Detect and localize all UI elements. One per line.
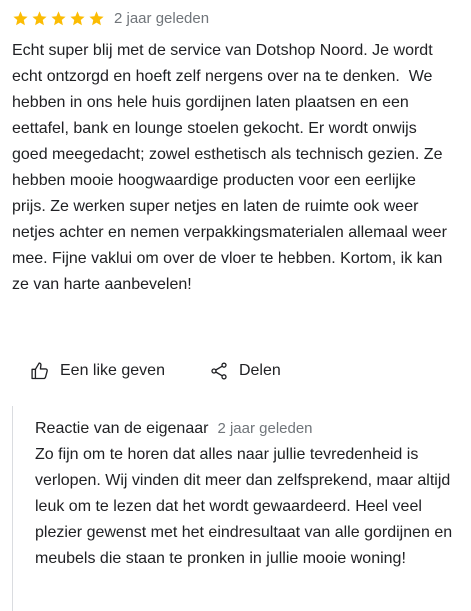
star-icon <box>70 10 85 25</box>
share-icon <box>211 362 227 380</box>
review-text: Echt super blij met de service van Dotsh… <box>12 42 452 293</box>
like-label: Een like geven <box>60 362 165 379</box>
review-time: 2 jaar geleden <box>114 9 210 27</box>
star-icon <box>89 10 104 25</box>
star-icon <box>51 10 66 25</box>
owner-reply: Reactie van de eigenaar 2 jaar geleden Z… <box>12 406 465 611</box>
owner-reply-text: Zo fijn om te horen dat alles naar julli… <box>35 446 457 567</box>
star-rating <box>12 10 105 27</box>
owner-reply-heading: Reactie van de eigenaar <box>35 420 209 437</box>
review-actions: Een like geven Delen <box>30 361 281 381</box>
like-button[interactable]: Een like geven <box>30 361 165 381</box>
owner-reply-time: 2 jaar geleden <box>217 420 313 437</box>
owner-reply-header: Reactie van de eigenaar 2 jaar geleden <box>35 420 313 438</box>
share-label: Delen <box>238 362 281 379</box>
review-card: 2 jaar geleden Echt super blij met de se… <box>12 6 464 298</box>
review-meta: 2 jaar geleden <box>12 6 464 30</box>
thumb-up-icon <box>31 362 48 380</box>
star-icon <box>32 10 47 25</box>
share-button[interactable]: Delen <box>209 361 281 381</box>
star-icon <box>13 10 28 25</box>
